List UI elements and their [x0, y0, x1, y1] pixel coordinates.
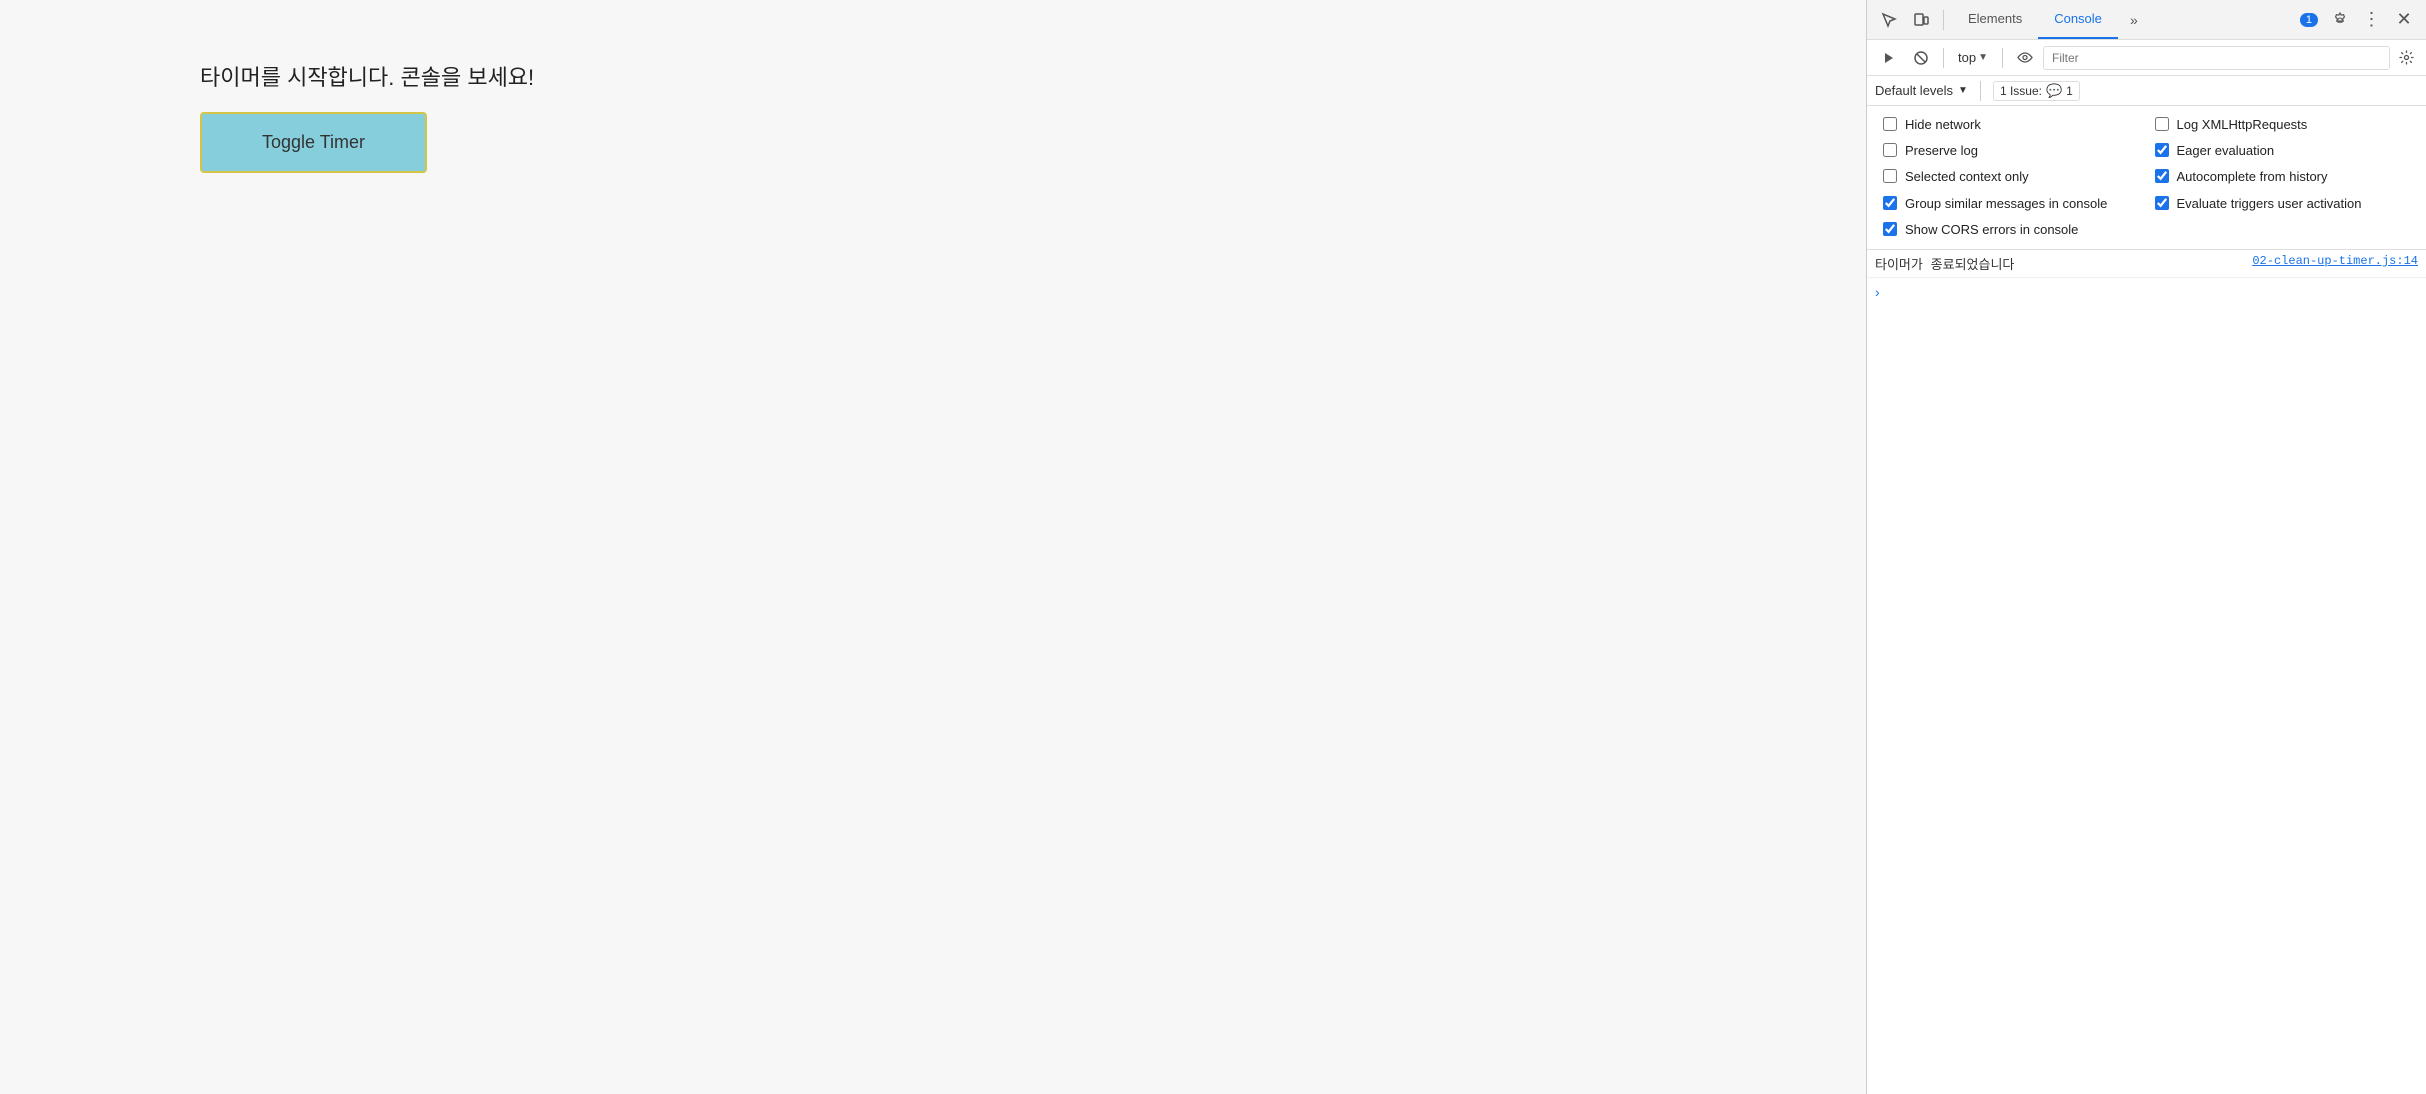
- context-selector[interactable]: top ▼: [1952, 48, 1994, 67]
- hide-network-label[interactable]: Hide network: [1905, 116, 1981, 134]
- autocomplete-label[interactable]: Autocomplete from history: [2177, 168, 2328, 186]
- console-prompt-row: ›: [1867, 278, 2426, 306]
- log-xml-checkbox[interactable]: [2155, 117, 2169, 131]
- console-settings-panel: Hide network Log XMLHttpRequests Preserv…: [1867, 106, 2426, 250]
- autocomplete-row: Autocomplete from history: [2155, 168, 2411, 186]
- show-cors-label[interactable]: Show CORS errors in console: [1905, 221, 2078, 239]
- evaluate-triggers-checkbox[interactable]: [2155, 196, 2169, 210]
- preserve-log-label[interactable]: Preserve log: [1905, 142, 1978, 160]
- hide-network-checkbox[interactable]: [1883, 117, 1897, 131]
- toolbar2-divider: [1943, 48, 1944, 68]
- page-heading: 타이머를 시작합니다. 콘솔을 보세요!: [200, 60, 534, 92]
- filter-input[interactable]: [2043, 46, 2390, 70]
- selected-context-row: Selected context only: [1883, 168, 2139, 186]
- more-tabs-button[interactable]: »: [2122, 6, 2146, 34]
- toolbar-divider: [1943, 10, 1944, 30]
- toggle-timer-button[interactable]: Toggle Timer: [200, 112, 427, 173]
- inspect-element-icon[interactable]: [1875, 6, 1903, 34]
- default-levels-dropdown[interactable]: Default levels ▼: [1875, 83, 1968, 98]
- selected-context-checkbox[interactable]: [1883, 169, 1897, 183]
- tab-elements[interactable]: Elements: [1952, 0, 2038, 39]
- group-similar-row: Group similar messages in console: [1883, 195, 2139, 213]
- eager-eval-row: Eager evaluation: [2155, 142, 2411, 160]
- devtools-second-toolbar: top ▼: [1867, 40, 2426, 76]
- eye-button[interactable]: [2011, 44, 2039, 72]
- default-levels-arrow: ▼: [1958, 85, 1968, 96]
- group-similar-checkbox[interactable]: [1883, 196, 1897, 210]
- evaluate-triggers-label[interactable]: Evaluate triggers user activation: [2177, 195, 2362, 213]
- devtools-third-toolbar: Default levels ▼ 1 Issue: 💬 1: [1867, 76, 2426, 106]
- kebab-menu-button[interactable]: ⋮: [2358, 6, 2386, 34]
- device-toolbar-icon[interactable]: [1907, 6, 1935, 34]
- devtools-top-toolbar: Elements Console » 1 ⋮ ✕: [1867, 0, 2426, 40]
- preserve-log-checkbox[interactable]: [1883, 143, 1897, 157]
- run-script-button[interactable]: [1875, 44, 1903, 72]
- devtools-panel: Elements Console » 1 ⋮ ✕: [1866, 0, 2426, 1094]
- main-page: 타이머를 시작합니다. 콘솔을 보세요! Toggle Timer: [0, 0, 1866, 1094]
- toolbar3-divider: [1980, 81, 1981, 101]
- context-dropdown-arrow: ▼: [1978, 52, 1988, 63]
- clear-console-button[interactable]: [1907, 44, 1935, 72]
- show-cors-checkbox[interactable]: [1883, 222, 1897, 236]
- evaluate-triggers-row: Evaluate triggers user activation: [2155, 195, 2411, 213]
- tab-console[interactable]: Console: [2038, 0, 2118, 39]
- autocomplete-checkbox[interactable]: [2155, 169, 2169, 183]
- eager-eval-checkbox[interactable]: [2155, 143, 2169, 157]
- console-settings-button[interactable]: [2394, 46, 2418, 70]
- issues-badge: 1: [2300, 13, 2318, 27]
- console-chevron-icon[interactable]: ›: [1875, 284, 1880, 300]
- table-row: 타이머가 종료되었습니다 02-clean-up-timer.js:14: [1867, 250, 2426, 278]
- console-message-text: 타이머가 종료되었습니다: [1875, 254, 2244, 273]
- issues-count-badge: 1 Issue: 💬 1: [1993, 81, 2080, 101]
- show-cors-row: Show CORS errors in console: [1883, 221, 2410, 239]
- devtools-tabs: Elements Console: [1952, 0, 2118, 39]
- settings-button[interactable]: [2326, 6, 2354, 34]
- toolbar2-divider2: [2002, 48, 2003, 68]
- log-xml-label[interactable]: Log XMLHttpRequests: [2177, 116, 2308, 134]
- close-devtools-button[interactable]: ✕: [2390, 6, 2418, 34]
- log-xml-row: Log XMLHttpRequests: [2155, 116, 2411, 134]
- preserve-log-row: Preserve log: [1883, 142, 2139, 160]
- group-similar-label[interactable]: Group similar messages in console: [1905, 195, 2107, 213]
- console-source-link[interactable]: 02-clean-up-timer.js:14: [2252, 254, 2418, 268]
- issues-icon: 💬: [2046, 83, 2062, 99]
- hide-network-row: Hide network: [1883, 116, 2139, 134]
- selected-context-label[interactable]: Selected context only: [1905, 168, 2029, 186]
- eager-eval-label[interactable]: Eager evaluation: [2177, 142, 2275, 160]
- console-log-area: 타이머가 종료되었습니다 02-clean-up-timer.js:14 ›: [1867, 250, 2426, 1094]
